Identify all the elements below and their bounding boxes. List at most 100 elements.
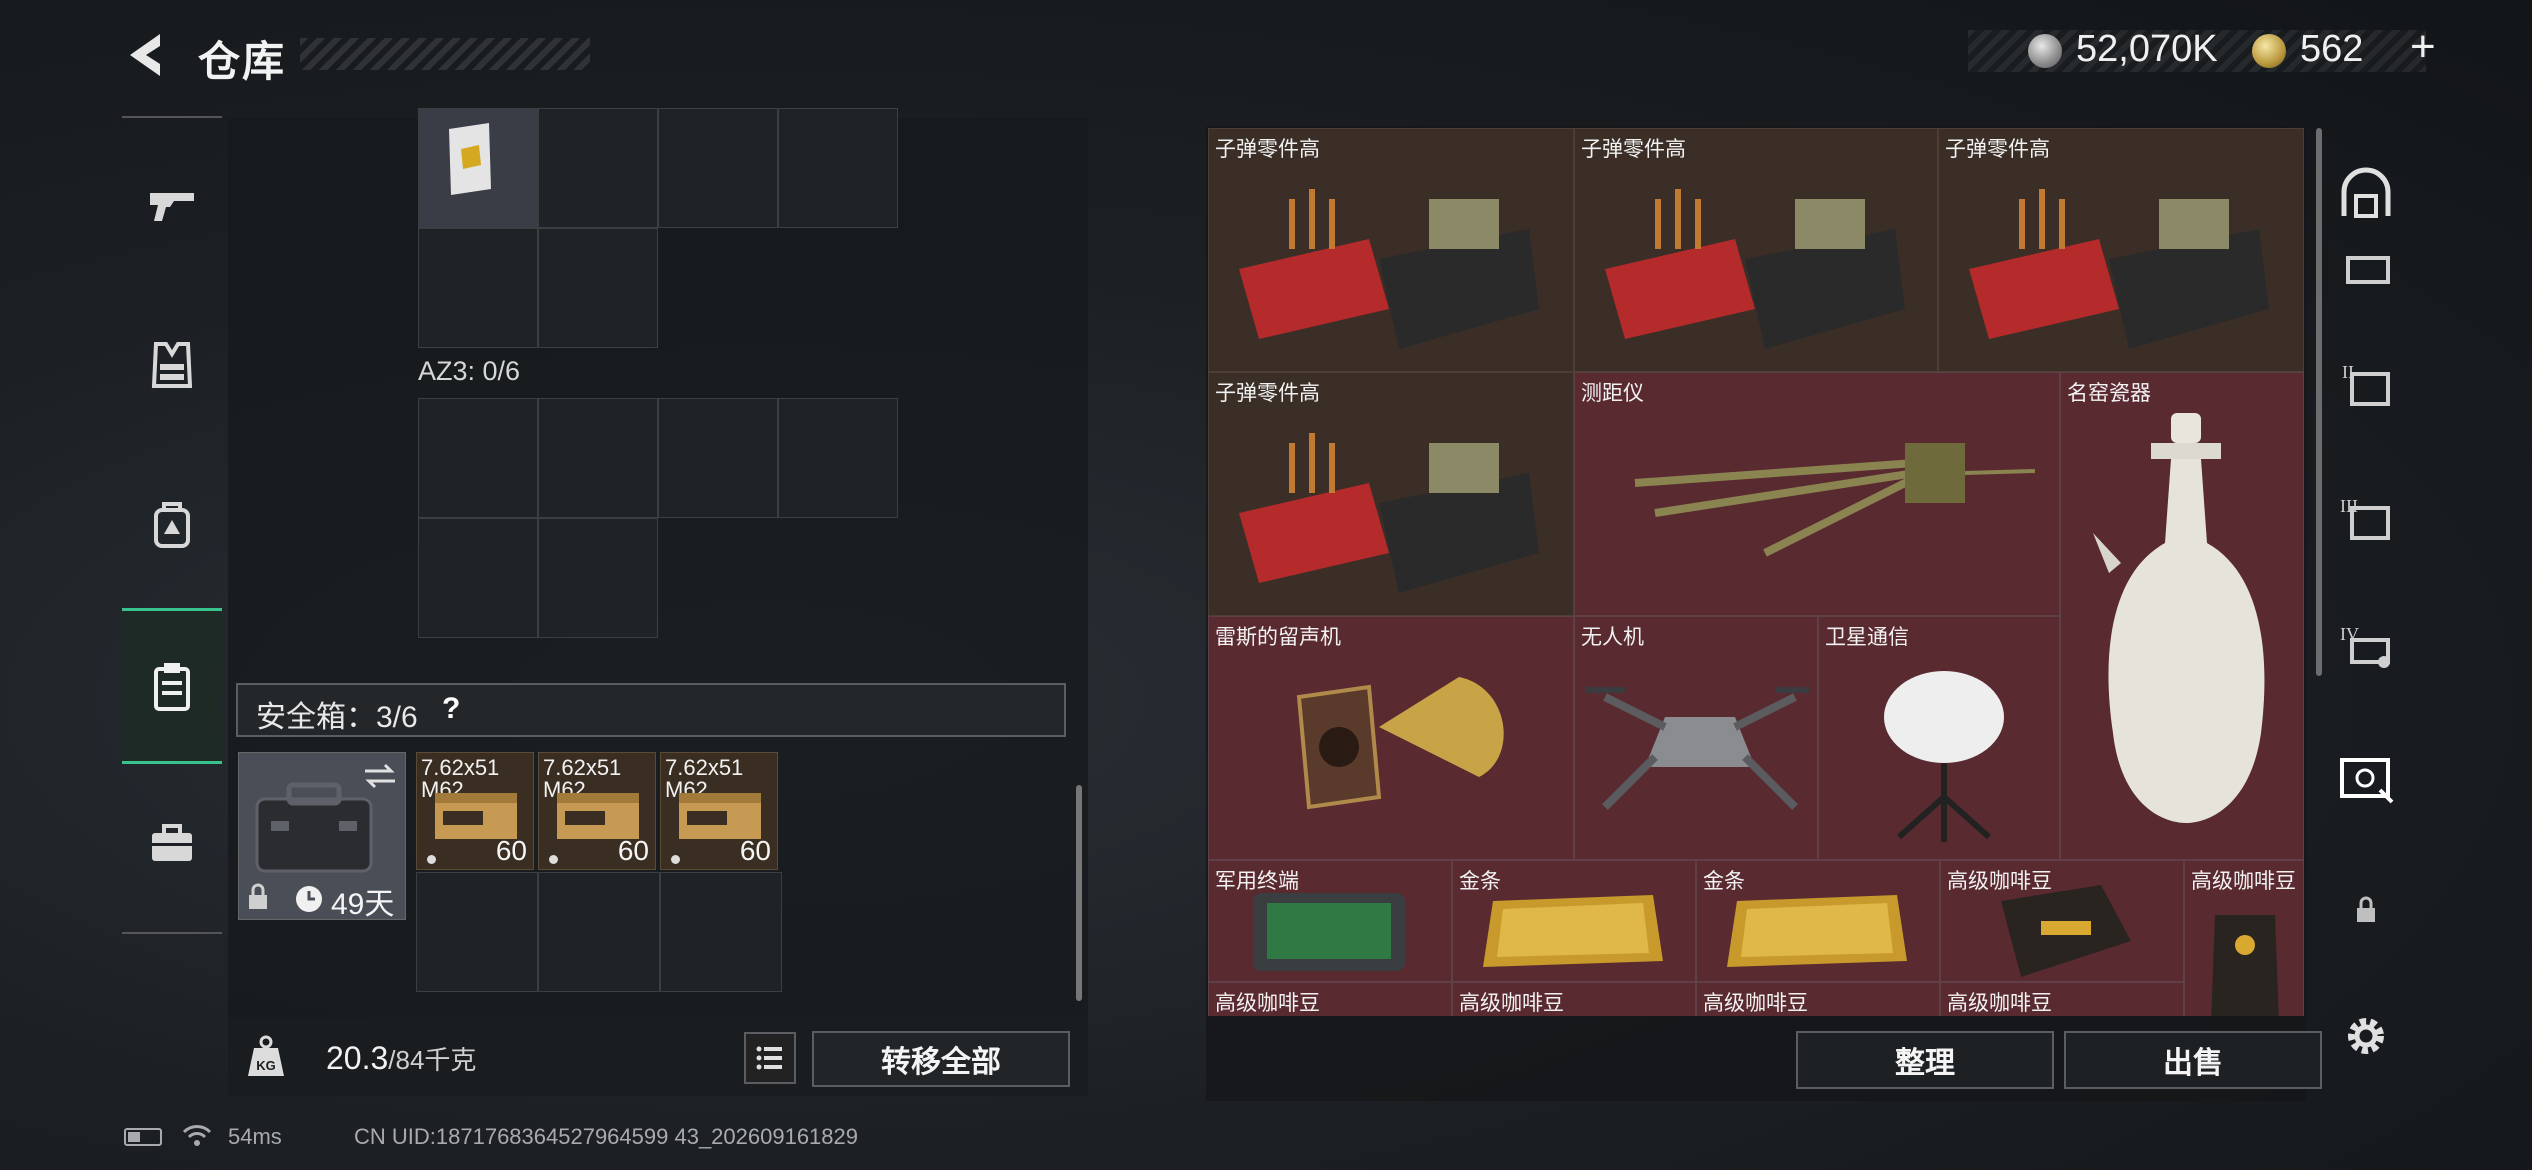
grid-slot[interactable] bbox=[538, 872, 660, 992]
item-tile[interactable]: 子弹零件高 bbox=[1208, 128, 1574, 372]
item-tile[interactable]: 名窑瓷器 bbox=[2060, 372, 2304, 860]
grid-slot[interactable] bbox=[418, 518, 538, 638]
ammo-box-icon bbox=[435, 793, 517, 839]
item-tile[interactable]: 无人机 bbox=[1574, 616, 1818, 860]
nav-briefcase[interactable] bbox=[122, 768, 222, 918]
weight-current: 20.3 bbox=[326, 1040, 389, 1076]
drone-icon bbox=[1585, 687, 1809, 810]
weight-icon: KG bbox=[248, 1035, 284, 1076]
grid-slot[interactable] bbox=[538, 108, 658, 228]
item-label: 高级咖啡豆 bbox=[1459, 992, 1564, 1015]
coffee-bag-icon bbox=[2001, 885, 2131, 977]
item-tile[interactable]: 测距仪 bbox=[1574, 372, 2060, 616]
silver-amount: 52,070K bbox=[2076, 28, 2218, 70]
grid-slot[interactable] bbox=[778, 108, 898, 228]
item-tile[interactable]: 高级咖啡豆 bbox=[1696, 982, 1940, 1016]
safe-case-icon bbox=[255, 782, 373, 873]
grid-slot[interactable] bbox=[778, 398, 898, 518]
military-terminal-icon bbox=[1253, 893, 1405, 971]
add-currency-button[interactable]: + bbox=[2410, 22, 2436, 72]
item-tile[interactable]: 高级咖啡豆 bbox=[1940, 860, 2184, 982]
tab-bunker[interactable] bbox=[2326, 154, 2406, 234]
grid-slot[interactable] bbox=[538, 228, 658, 348]
item-tile[interactable]: 金条 bbox=[1696, 860, 1940, 982]
nav-backpack[interactable] bbox=[122, 450, 222, 600]
settings-gear-icon[interactable] bbox=[2338, 1008, 2394, 1064]
ammo-item[interactable]: 7.62x51 M62 60 bbox=[660, 752, 778, 870]
ammo-item[interactable]: 7.62x51 M62 60 bbox=[538, 752, 656, 870]
tab-storage-ii[interactable]: II bbox=[2326, 344, 2406, 424]
item-tile[interactable]: 雷斯的留声机 bbox=[1208, 616, 1574, 860]
left-scrollbar[interactable] bbox=[1076, 785, 1082, 1001]
ammo-count: 60 bbox=[617, 835, 649, 866]
item-tile[interactable]: 金条 bbox=[1452, 860, 1696, 982]
nav-safe-box[interactable] bbox=[122, 608, 222, 764]
tab-storage-iv[interactable]: IV bbox=[2326, 606, 2406, 686]
tab-storage-iii[interactable]: III bbox=[2326, 478, 2406, 558]
grid-slot[interactable] bbox=[418, 398, 538, 518]
tab-safe[interactable] bbox=[2326, 738, 2406, 818]
lock-icon bbox=[2357, 896, 2375, 922]
help-icon[interactable]: ? bbox=[442, 692, 460, 726]
gold-bar-icon bbox=[1727, 895, 1907, 967]
item-label: 无人机 bbox=[1581, 626, 1644, 649]
sort-button[interactable]: 整理 bbox=[1796, 1031, 2054, 1089]
safe-case-slot[interactable]: 49天 bbox=[238, 752, 406, 921]
item-tile[interactable]: 子弹零件高 bbox=[1938, 128, 2304, 372]
grid-slot-item[interactable] bbox=[418, 108, 538, 228]
nav-armor[interactable] bbox=[122, 290, 222, 440]
item-tile[interactable]: 高级咖啡豆 bbox=[2184, 860, 2304, 1016]
transfer-all-button[interactable]: 转移全部 bbox=[812, 1031, 1070, 1087]
bullet-parts-icon bbox=[1239, 189, 1539, 349]
card-item-icon bbox=[449, 123, 491, 195]
coffee-bag-icon bbox=[2211, 915, 2279, 1016]
bullet-parts-icon bbox=[1969, 189, 2269, 349]
warehouse-scrollbar[interactable] bbox=[2316, 128, 2322, 676]
item-label: 测距仪 bbox=[1581, 382, 1644, 405]
ammo-dot-icon bbox=[427, 855, 436, 864]
nav-weapons[interactable] bbox=[122, 130, 222, 280]
item-tile[interactable]: 卫星通信 bbox=[1818, 616, 2060, 860]
clipboard-icon bbox=[154, 663, 190, 711]
ammo-count: 60 bbox=[495, 835, 527, 866]
ammo-item[interactable]: 7.62x51 M62 60 bbox=[416, 752, 534, 870]
back-arrow-icon[interactable] bbox=[122, 30, 172, 80]
ammo-box-icon bbox=[679, 793, 761, 839]
item-tile[interactable]: 军用终端 bbox=[1208, 860, 1452, 982]
item-tile[interactable]: 高级咖啡豆 bbox=[1452, 982, 1696, 1016]
grid-slot[interactable] bbox=[538, 398, 658, 518]
item-label: 高级咖啡豆 bbox=[1947, 992, 2052, 1015]
grid-slot[interactable] bbox=[658, 108, 778, 228]
grid-slot[interactable] bbox=[660, 872, 782, 992]
title-decoration bbox=[300, 38, 590, 70]
tab-locked[interactable] bbox=[2326, 870, 2406, 950]
item-label: 卫星通信 bbox=[1825, 626, 1909, 649]
item-tile[interactable]: 高级咖啡豆 bbox=[1940, 982, 2184, 1016]
gold-coin-icon bbox=[2252, 34, 2286, 68]
item-label: 高级咖啡豆 bbox=[1215, 992, 1320, 1015]
swap-icon[interactable] bbox=[363, 761, 397, 791]
warehouse-grid: 子弹零件高 子弹零件高 子弹零件高 子弹零件高 测距仪 名窑瓷器 雷斯的留声机 … bbox=[1208, 128, 2304, 1016]
ammo-box-icon bbox=[557, 793, 639, 839]
item-label: 高级咖啡豆 bbox=[2191, 870, 2296, 893]
grid-slot[interactable] bbox=[418, 228, 538, 348]
safe-icon bbox=[2340, 758, 2394, 804]
user-uid: CN UID:1871768364527964599 43_2026091618… bbox=[354, 1124, 859, 1149]
clock-icon bbox=[296, 886, 322, 912]
tab-storage-top[interactable] bbox=[2326, 228, 2406, 308]
grid-slot[interactable] bbox=[416, 872, 538, 992]
item-tile[interactable]: 子弹零件高 bbox=[1208, 372, 1574, 616]
porcelain-vase-icon bbox=[2093, 413, 2265, 823]
ammo-dot-icon bbox=[671, 855, 680, 864]
page-title: 仓库 bbox=[198, 38, 287, 85]
sell-button[interactable]: 出售 bbox=[2064, 1031, 2322, 1089]
list-view-button[interactable] bbox=[744, 1032, 796, 1084]
item-tile[interactable]: 子弹零件高 bbox=[1574, 128, 1938, 372]
satellite-dish-icon bbox=[1884, 671, 2004, 842]
grid-slot[interactable] bbox=[538, 518, 658, 638]
item-tile[interactable]: 高级咖啡豆 bbox=[1208, 982, 1452, 1016]
weight-max: /84千克 bbox=[388, 1045, 477, 1075]
case-days-remaining: 49天 bbox=[331, 888, 395, 921]
safe-box-label: 安全箱：3/6 bbox=[256, 701, 418, 734]
grid-slot[interactable] bbox=[658, 398, 778, 518]
